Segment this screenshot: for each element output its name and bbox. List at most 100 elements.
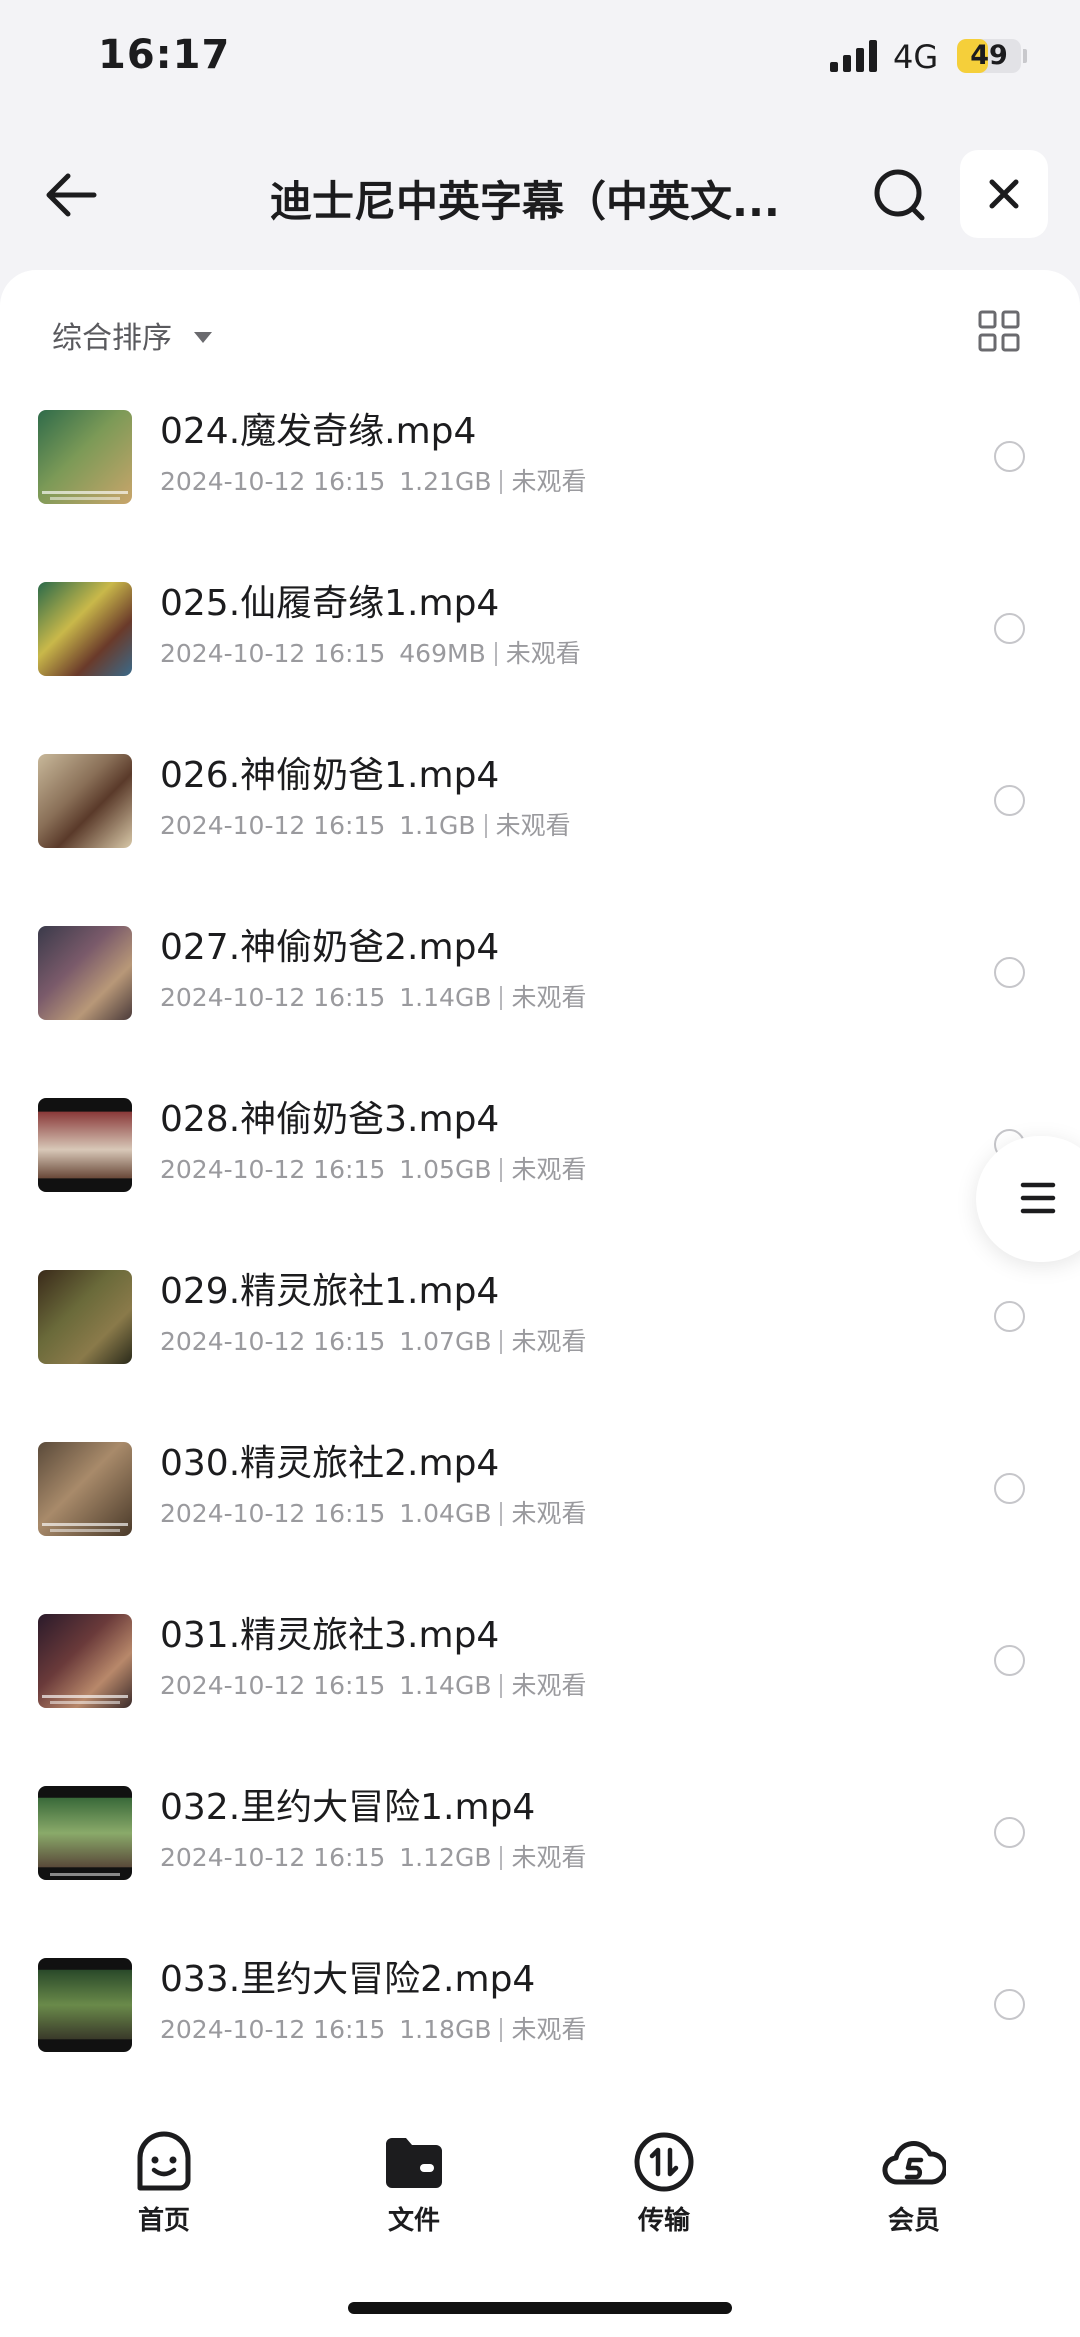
file-row[interactable]: 030.精灵旅社2.mp4 2024-10-12 16:15 1.04GB 未观看: [0, 1432, 1080, 1604]
file-meta: 2024-10-12 16:15 1.12GB 未观看: [160, 1838, 586, 1874]
file-size: 1.04GB: [399, 1499, 492, 1528]
select-checkbox[interactable]: [994, 1301, 1025, 1332]
file-name: 031.精灵旅社3.mp4: [160, 1615, 500, 1656]
select-checkbox[interactable]: [994, 1817, 1025, 1848]
file-row[interactable]: 032.里约大冒险1.mp4 2024-10-12 16:15 1.12GB 未观看: [0, 1776, 1080, 1948]
file-row[interactable]: 031.精灵旅社3.mp4 2024-10-12 16:15 1.14GB 未观看: [0, 1604, 1080, 1776]
status-time: 16:17: [98, 32, 231, 78]
watch-status: 未观看: [505, 639, 581, 668]
video-thumbnail: [38, 1958, 132, 2052]
grid-view-button[interactable]: [978, 310, 1020, 352]
file-date: 2024-10-12 16:15: [160, 1327, 386, 1356]
close-button[interactable]: [960, 150, 1048, 238]
file-meta: 2024-10-12 16:15 1.14GB 未观看: [160, 978, 586, 1014]
watch-status: 未观看: [511, 1843, 587, 1872]
caret-down-icon: [194, 331, 212, 343]
select-checkbox[interactable]: [994, 785, 1025, 816]
file-row[interactable]: 026.神偷奶爸1.mp4 2024-10-12 16:15 1.1GB 未观看: [0, 744, 1080, 916]
file-name: 032.里约大冒险1.mp4: [160, 1787, 536, 1828]
file-date: 2024-10-12 16:15: [160, 2015, 386, 2044]
file-size: 469MB: [399, 639, 486, 668]
watch-status: 未观看: [511, 467, 587, 496]
search-button[interactable]: [868, 160, 932, 230]
sort-label: 综合排序: [52, 321, 172, 356]
divider: [500, 1330, 503, 1354]
file-size: 1.12GB: [399, 1843, 492, 1872]
file-size: 1.14GB: [399, 983, 492, 1012]
file-date: 2024-10-12 16:15: [160, 811, 386, 840]
close-icon: [989, 179, 1019, 209]
file-date: 2024-10-12 16:15: [160, 639, 386, 668]
file-name: 030.精灵旅社2.mp4: [160, 1443, 500, 1484]
file-date: 2024-10-12 16:15: [160, 467, 386, 496]
battery-percent: 49: [970, 40, 1008, 71]
tab-transfer[interactable]: 传输: [604, 2130, 724, 2250]
file-name: 027.神偷奶爸2.mp4: [160, 927, 500, 968]
select-checkbox[interactable]: [994, 1989, 1025, 2020]
file-row[interactable]: 029.精灵旅社1.mp4 2024-10-12 16:15 1.07GB 未观看: [0, 1260, 1080, 1432]
file-date: 2024-10-12 16:15: [160, 983, 386, 1012]
tab-files[interactable]: 文件: [354, 2130, 474, 2250]
menu-icon: [1020, 1182, 1056, 1214]
file-name: 026.神偷奶爸1.mp4: [160, 755, 500, 796]
tab-member[interactable]: 会员: [854, 2130, 974, 2250]
file-sheet: 综合排序 024.魔发奇缘.mp4 2024-10-12 16:15 1.21GB…: [0, 270, 1080, 2110]
watch-status: 未观看: [511, 1499, 587, 1528]
header: 迪士尼中英字幕（中英文...: [0, 130, 1080, 260]
tab-label: 会员: [887, 2206, 940, 2236]
file-meta: 2024-10-12 16:15 469MB 未观看: [160, 634, 581, 670]
select-checkbox[interactable]: [994, 957, 1025, 988]
file-row[interactable]: 028.神偷奶爸3.mp4 2024-10-12 16:15 1.05GB 未观看: [0, 1088, 1080, 1260]
back-button[interactable]: [38, 160, 108, 230]
tab-label: 传输: [637, 2206, 690, 2236]
file-size: 1.18GB: [399, 2015, 492, 2044]
file-row[interactable]: 033.里约大冒险2.mp4 2024-10-12 16:15 1.18GB 未观看: [0, 1948, 1080, 2120]
file-meta: 2024-10-12 16:15 1.04GB 未观看: [160, 1494, 586, 1530]
watch-status: 未观看: [495, 811, 571, 840]
divider: [500, 1846, 503, 1870]
search-icon: [874, 169, 925, 221]
transfer-icon: [634, 2132, 694, 2192]
video-thumbnail: [38, 1270, 132, 1364]
file-date: 2024-10-12 16:15: [160, 1671, 386, 1700]
file-name: 029.精灵旅社1.mp4: [160, 1271, 500, 1312]
select-checkbox[interactable]: [994, 441, 1025, 472]
tab-label: 首页: [137, 2206, 190, 2236]
file-size: 1.07GB: [399, 1327, 492, 1356]
file-meta: 2024-10-12 16:15 1.1GB 未观看: [160, 806, 571, 842]
file-row[interactable]: 027.神偷奶爸2.mp4 2024-10-12 16:15 1.14GB 未观看: [0, 916, 1080, 1088]
battery-nub: [1023, 49, 1027, 63]
select-checkbox[interactable]: [994, 1645, 1025, 1676]
tab-home[interactable]: 首页: [104, 2130, 224, 2250]
file-date: 2024-10-12 16:15: [160, 1843, 386, 1872]
file-size: 1.21GB: [399, 467, 492, 496]
file-name: 024.魔发奇缘.mp4: [160, 411, 477, 452]
video-thumbnail: [38, 926, 132, 1020]
divider: [494, 642, 497, 666]
page-title: 迪士尼中英字幕（中英文...: [270, 177, 780, 226]
battery-icon: 49: [957, 39, 1021, 73]
watch-status: 未观看: [511, 2015, 587, 2044]
divider: [500, 1674, 503, 1698]
file-row[interactable]: 024.魔发奇缘.mp4 2024-10-12 16:15 1.21GB 未观看: [0, 400, 1080, 572]
file-date: 2024-10-12 16:15: [160, 1499, 386, 1528]
file-name: 033.里约大冒险2.mp4: [160, 1959, 536, 2000]
divider: [500, 986, 503, 1010]
home-indicator: [348, 2302, 732, 2314]
grid-icon: [978, 310, 1020, 352]
file-meta: 2024-10-12 16:15 1.14GB 未观看: [160, 1666, 586, 1702]
watch-status: 未观看: [511, 1327, 587, 1356]
file-size: 1.1GB: [399, 811, 476, 840]
file-row[interactable]: 025.仙履奇缘1.mp4 2024-10-12 16:15 469MB 未观看: [0, 572, 1080, 744]
smile-icon: [137, 2131, 191, 2191]
video-thumbnail: [38, 1442, 132, 1536]
file-name: 025.仙履奇缘1.mp4: [160, 583, 500, 624]
file-date: 2024-10-12 16:15: [160, 1155, 386, 1184]
select-checkbox[interactable]: [994, 1473, 1025, 1504]
file-name: 028.神偷奶爸3.mp4: [160, 1099, 500, 1140]
video-thumbnail: [38, 1614, 132, 1708]
video-thumbnail: [38, 1098, 132, 1192]
select-checkbox[interactable]: [994, 613, 1025, 644]
sort-dropdown[interactable]: 综合排序: [52, 310, 212, 360]
arrow-left-icon: [46, 173, 97, 217]
